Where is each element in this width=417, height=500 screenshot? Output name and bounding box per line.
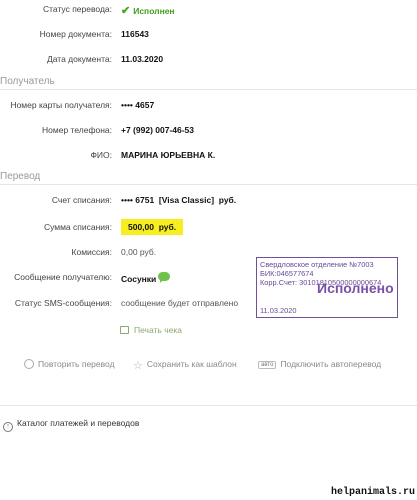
auto-icon: авто: [258, 361, 277, 369]
bank-stamp: Свердловское отделение №7003 БИК:0465776…: [256, 257, 398, 318]
status-row: Статус перевода: ✔ Исполнен: [0, 4, 417, 18]
amount-label: Сумма списания:: [43, 222, 112, 232]
divider: [0, 184, 417, 185]
save-template-label: Сохранить как шаблон: [146, 359, 237, 369]
card-label: Номер карты получателя:: [10, 100, 112, 110]
phone-row: Номер телефона: +7 (992) 007-46-53: [0, 125, 417, 139]
account-label: Счет списания:: [51, 195, 112, 205]
divider: [0, 405, 417, 406]
name-row: ФИО: МАРИНА ЮРЬЕВНА К.: [0, 150, 417, 164]
name-label: ФИО:: [90, 150, 112, 160]
back-arrow-icon: ↑: [3, 422, 13, 432]
autopay-link[interactable]: авто Подключить автоперевод: [258, 359, 381, 373]
amount-row: Сумма списания: 500,00 руб.: [0, 219, 417, 236]
printer-icon: [120, 326, 129, 334]
message-label: Сообщение получателю:: [14, 272, 112, 282]
repeat-transfer-link[interactable]: Повторить перевод: [24, 359, 115, 373]
sms-status-value: сообщение будет отправлено: [121, 298, 239, 308]
doc-number-value: 116543: [121, 29, 149, 39]
print-receipt-label: Печать чека: [134, 325, 182, 335]
doc-date-value: 11.03.2020: [121, 54, 164, 64]
doc-number-label: Номер документа:: [39, 29, 112, 39]
status-label: Статус перевода:: [42, 4, 112, 14]
card-value: •••• 4657: [121, 100, 155, 110]
stamp-line-2: БИК:046577674: [260, 269, 314, 278]
card-row: Номер карты получателя: •••• 4657: [0, 100, 417, 114]
account-row: Счет списания: •••• 6751 [Visa Classic] …: [0, 195, 417, 209]
doc-date-label: Дата документа:: [47, 54, 112, 64]
divider: [0, 89, 417, 90]
stamp-line-1: Свердловское отделение №7003: [260, 260, 374, 269]
recipient-section-title: Получатель: [0, 76, 55, 87]
stamp-date: 11.03.2020: [260, 306, 297, 315]
status-value: ✔ Исполнен: [121, 4, 175, 17]
sms-status-label: Статус SMS-сообщения:: [14, 298, 112, 308]
autopay-label: Подключить автоперевод: [280, 359, 382, 369]
auto-badge-label: авто: [261, 362, 274, 368]
transfer-section-title: Перевод: [0, 171, 41, 182]
repeat-icon: [24, 359, 34, 369]
catalog-link[interactable]: ↑ Каталог платежей и переводов: [3, 418, 139, 432]
repeat-transfer-label: Повторить перевод: [38, 359, 115, 369]
phone-value: +7 (992) 007-46-53: [121, 125, 195, 135]
account-value: •••• 6751 [Visa Classic] руб.: [121, 195, 237, 205]
amount-value: 500,00 руб.: [121, 219, 184, 235]
catalog-label: Каталог платежей и переводов: [17, 418, 140, 428]
phone-label: Номер телефона:: [42, 125, 112, 135]
commission-label: Комиссия:: [71, 247, 112, 257]
watermark: helpanimals.ru: [330, 487, 415, 498]
star-icon: ☆: [133, 360, 143, 372]
message-value-wrap: Сосунки: [121, 272, 171, 284]
sms-icon: [158, 272, 171, 283]
name-value: МАРИНА ЮРЬЕВНА К.: [121, 150, 216, 160]
doc-date-row: Дата документа: 11.03.2020: [0, 54, 417, 68]
commission-value: 0,00 руб.: [121, 247, 157, 257]
doc-number-row: Номер документа: 116543: [0, 29, 417, 43]
save-template-link[interactable]: ☆ Сохранить как шаблон: [133, 359, 237, 373]
stamp-executed: Исполнено: [317, 280, 394, 296]
check-icon: ✔: [121, 5, 131, 17]
status-text: Исполнен: [133, 6, 175, 16]
message-value: Сосунки: [121, 274, 157, 284]
print-receipt-link[interactable]: Печать чека: [120, 325, 182, 335]
